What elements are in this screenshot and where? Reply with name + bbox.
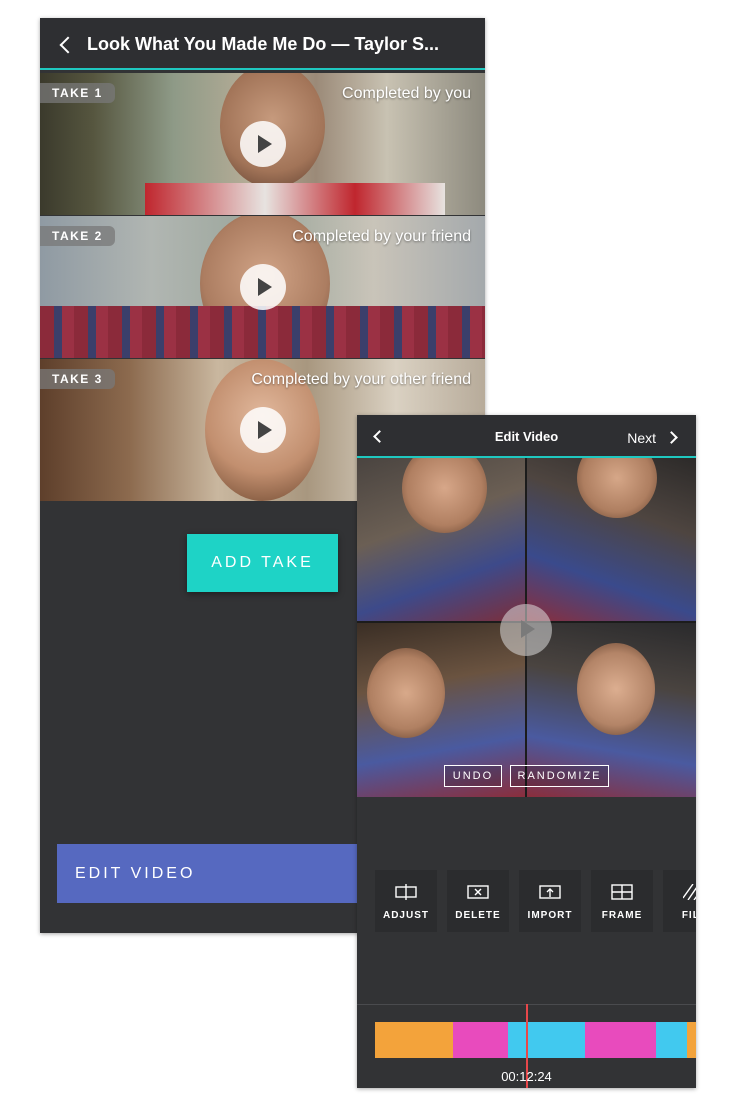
undo-button[interactable]: UNDO — [444, 765, 502, 787]
person-face — [577, 458, 657, 518]
shirt — [145, 183, 445, 215]
play-button[interactable] — [240, 407, 286, 453]
edit-video-header: Edit Video Next — [357, 415, 696, 458]
grid-cell-1[interactable] — [357, 458, 525, 621]
adjust-icon — [395, 884, 417, 900]
play-icon — [521, 620, 535, 638]
play-icon — [258, 421, 272, 439]
next-button[interactable]: Next — [627, 430, 656, 446]
tool-label: FRAME — [601, 910, 643, 921]
timeline-clip[interactable] — [687, 1022, 696, 1058]
tool-import[interactable]: IMPORT — [519, 870, 581, 932]
play-button[interactable] — [500, 604, 552, 656]
grid-cell-2[interactable] — [527, 458, 696, 621]
timeline-clip[interactable] — [375, 1022, 453, 1058]
add-take-button[interactable]: ADD TAKE — [187, 534, 338, 592]
import-icon — [539, 885, 561, 899]
take-card-2[interactable]: TAKE 2 Completed by your friend — [40, 216, 485, 358]
person-face — [577, 643, 655, 735]
take-status: Completed by your friend — [292, 228, 471, 245]
person-face — [402, 458, 487, 533]
tool-label: DELETE — [455, 910, 501, 921]
tool-adjust[interactable]: ADJUST — [375, 870, 437, 932]
timecode: 00:12:24 — [501, 1069, 552, 1084]
take-card-1[interactable]: TAKE 1 Completed by you — [40, 73, 485, 215]
tool-filter[interactable]: FILT — [663, 870, 696, 932]
edit-video-screen: Edit Video Next UNDO RANDOMIZE ADJUST DE… — [357, 415, 696, 1088]
shirt — [40, 306, 485, 358]
tool-label: FILT — [681, 910, 696, 921]
video-grid — [357, 458, 696, 797]
timeline-track[interactable] — [375, 1022, 696, 1058]
take-list-header: Look What You Made Me Do — Taylor S... — [40, 18, 485, 70]
timeline-clip[interactable] — [453, 1022, 508, 1058]
delete-icon — [467, 885, 489, 899]
person-face — [367, 648, 445, 738]
tool-delete[interactable]: DELETE — [447, 870, 509, 932]
play-icon — [258, 278, 272, 296]
frame-icon — [611, 884, 633, 900]
tool-frame[interactable]: FRAME — [591, 870, 653, 932]
song-title: Look What You Made Me Do — Taylor S... — [87, 34, 440, 54]
timeline-clip[interactable] — [585, 1022, 656, 1058]
timeline-clip[interactable] — [508, 1022, 585, 1058]
tool-label: ADJUST — [382, 910, 429, 921]
play-button[interactable] — [240, 121, 286, 167]
take-status: Completed by your other friend — [251, 371, 471, 388]
take-badge: TAKE 1 — [40, 83, 115, 103]
timeline-clip[interactable] — [656, 1022, 687, 1058]
take-status: Completed by you — [342, 85, 471, 102]
back-chevron-icon[interactable] — [59, 36, 77, 54]
play-icon — [258, 135, 272, 153]
tool-label: IMPORT — [527, 910, 573, 921]
take-badge: TAKE 2 — [40, 226, 115, 246]
filter-icon — [683, 884, 696, 900]
take-badge: TAKE 3 — [40, 369, 115, 389]
randomize-button[interactable]: RANDOMIZE — [510, 765, 609, 787]
play-button[interactable] — [240, 264, 286, 310]
